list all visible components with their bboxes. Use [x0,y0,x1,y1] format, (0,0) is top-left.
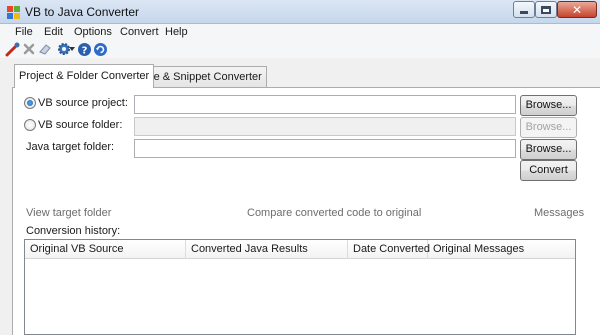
vb-folder-input[interactable] [134,117,516,136]
close-icon: ✕ [571,2,583,17]
app-logo-icon [7,6,20,19]
java-target-label: Java target folder: [26,141,115,153]
browse-target-button[interactable]: Browse... [520,139,577,160]
menu-edit[interactable]: Edit [44,26,63,38]
help-icon[interactable]: ? [76,41,92,57]
maximize-icon [541,5,551,14]
column-date-converted[interactable]: Date Converted [348,240,430,259]
svg-text:?: ? [81,45,87,56]
title-bar: VB to Java Converter ✕ [0,0,600,24]
eraser-icon[interactable] [37,41,53,57]
vb-project-input[interactable] [134,95,516,114]
toolbar: ? [0,40,600,58]
java-target-input[interactable] [134,139,516,158]
column-converted-java-results[interactable]: Converted Java Results [186,240,348,259]
grid-header: Original VB Source Converted Java Result… [25,240,575,259]
close-button[interactable]: ✕ [557,1,597,18]
browse-project-button[interactable]: Browse... [520,95,577,116]
convert-wand-icon[interactable] [5,41,21,57]
maximize-button[interactable] [535,1,557,18]
vb-folder-label: VB source folder: [38,119,123,131]
delete-x-icon[interactable] [21,41,37,57]
menu-options[interactable]: Options [74,26,112,38]
menu-help[interactable]: Help [165,26,188,38]
vb-project-radio[interactable] [24,97,36,109]
menu-file[interactable]: File [15,26,33,38]
conversion-history-grid[interactable]: Original VB Source Converted Java Result… [24,239,576,335]
column-original-messages[interactable]: Original Messages [428,240,575,259]
view-target-folder-link[interactable]: View target folder [26,207,111,219]
convert-button[interactable]: Convert [520,160,577,181]
vb-folder-radio[interactable] [24,119,36,131]
menu-convert[interactable]: Convert [120,26,159,38]
minimize-button[interactable] [513,1,535,18]
vb-project-label: VB source project: [38,97,128,109]
settings-dropdown-icon[interactable] [68,41,76,57]
menu-bar: File Edit Options Convert Help [0,24,600,40]
column-original-vb-source[interactable]: Original VB Source [25,240,186,259]
messages-link[interactable]: Messages [534,207,584,219]
tab-file-snippet[interactable]: File & Snippet Converter [137,66,267,87]
browse-folder-button[interactable]: Browse... [520,117,577,138]
window-title: VB to Java Converter [25,5,140,19]
compare-code-link[interactable]: Compare converted code to original [247,207,421,219]
minimize-icon [520,11,528,14]
refresh-icon[interactable] [92,41,108,57]
tab-project-folder[interactable]: Project & Folder Converter [14,64,155,88]
conversion-history-label: Conversion history: [26,225,121,237]
